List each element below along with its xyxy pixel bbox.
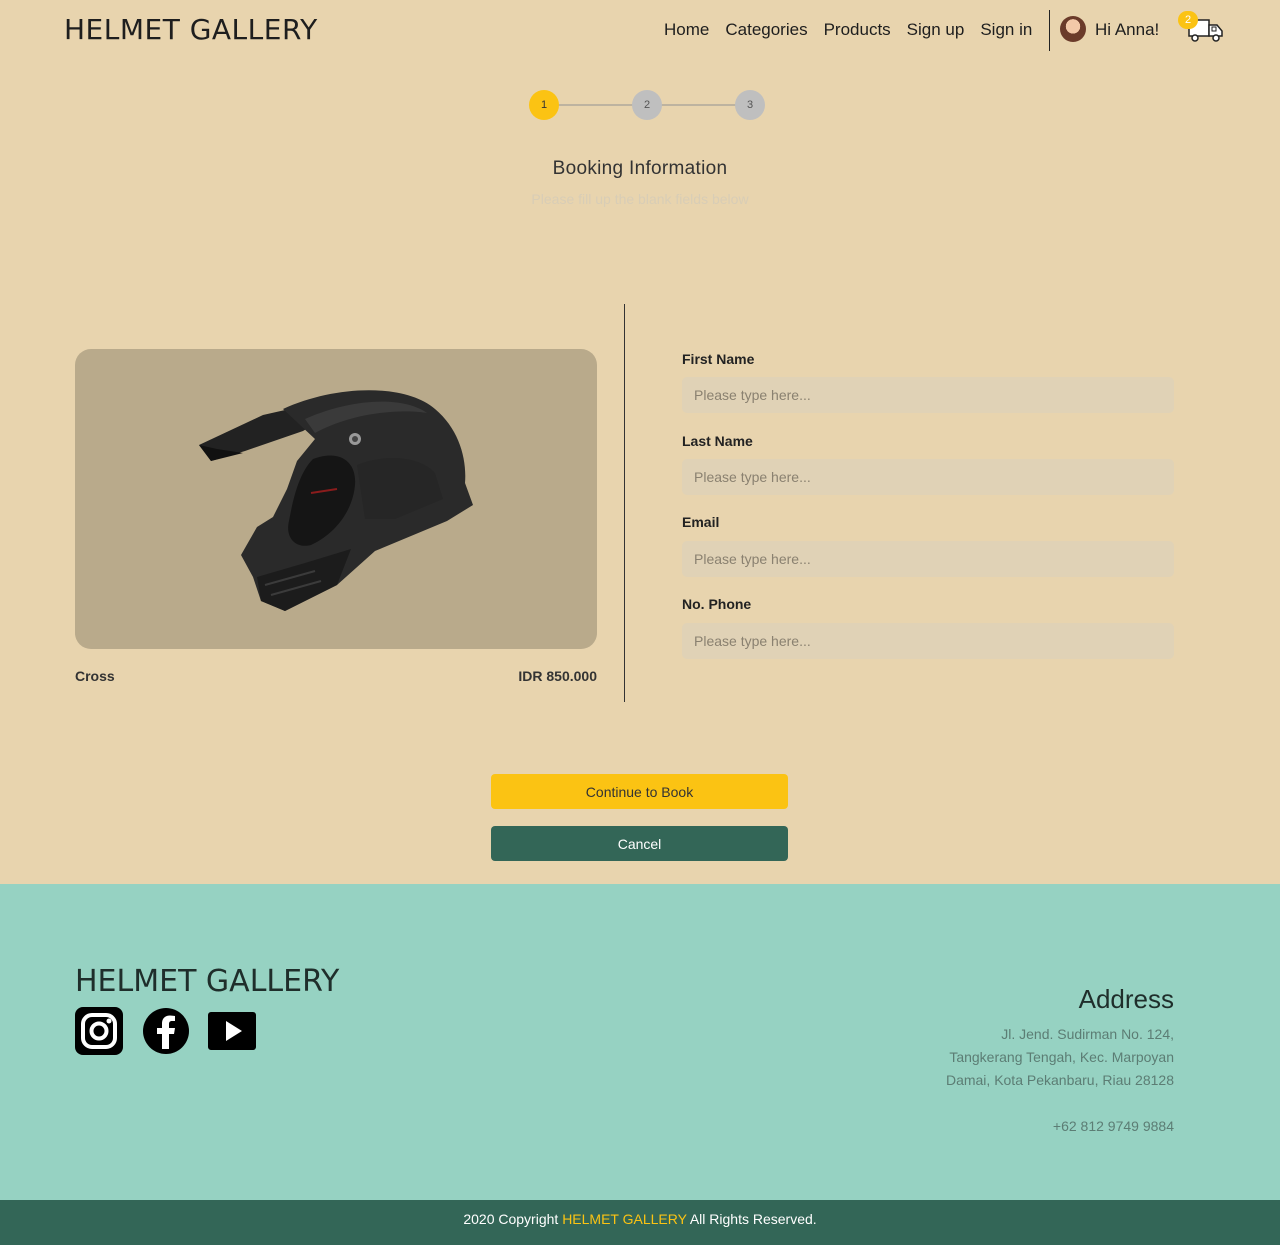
- nav-separator: [1049, 10, 1050, 51]
- continue-to-book-button[interactable]: Continue to Book: [491, 774, 788, 809]
- top-navbar: HELMET GALLERY Home Categories Products …: [0, 0, 1280, 62]
- first-name-input[interactable]: [682, 377, 1174, 413]
- first-name-label: First Name: [682, 351, 755, 367]
- booking-stepper: 1 2 3: [529, 90, 765, 120]
- step-1: 1: [529, 90, 559, 120]
- copyright-suffix: All Rights Reserved.: [689, 1211, 817, 1227]
- nav-link-sign-up[interactable]: Sign up: [907, 20, 965, 40]
- address-line: Tangkerang Tengah, Kec. Marpoyan: [949, 1049, 1174, 1065]
- step-2: 2: [632, 90, 662, 120]
- product-name: Cross: [75, 668, 115, 684]
- brand-logo[interactable]: HELMET GALLERY: [64, 13, 318, 46]
- address-title: Address: [1078, 984, 1174, 1014]
- phone-input[interactable]: [682, 623, 1174, 659]
- youtube-icon[interactable]: [208, 1007, 256, 1055]
- email-label: Email: [682, 514, 720, 530]
- vertical-divider: [624, 304, 625, 702]
- page-subtitle: Please fill up the blank fields below: [531, 191, 749, 207]
- contact-phone: +62 812 9749 9884: [1052, 1118, 1174, 1134]
- step-3: 3: [735, 90, 765, 120]
- user-avatar[interactable]: [1060, 16, 1086, 42]
- cancel-button[interactable]: Cancel: [491, 826, 788, 861]
- nav-links: Home Categories Products Sign up Sign in: [664, 20, 1032, 40]
- step-connector: [557, 104, 635, 106]
- cart-count-badge: 2: [1178, 11, 1198, 29]
- address-line: Jl. Jend. Sudirman No. 124,: [1001, 1026, 1174, 1042]
- copyright-prefix: 2020 Copyright: [463, 1211, 559, 1227]
- nav-link-products[interactable]: Products: [824, 20, 891, 40]
- product-price: IDR 850.000: [518, 668, 597, 684]
- copyright-bar: 2020 Copyright HELMET GALLERY All Rights…: [0, 1200, 1280, 1245]
- phone-label: No. Phone: [682, 596, 752, 612]
- step-connector: [659, 104, 737, 106]
- last-name-input[interactable]: [682, 459, 1174, 495]
- user-greeting[interactable]: Hi Anna!: [1095, 20, 1159, 40]
- nav-link-sign-in[interactable]: Sign in: [980, 20, 1032, 40]
- nav-link-categories[interactable]: Categories: [725, 20, 807, 40]
- address-line: Damai, Kota Pekanbaru, Riau 28128: [945, 1072, 1174, 1088]
- page-title: Booking Information: [552, 158, 728, 179]
- instagram-icon[interactable]: [75, 1007, 123, 1055]
- helmet-image: [199, 390, 473, 611]
- facebook-icon[interactable]: [142, 1007, 190, 1055]
- footer-brand: HELMET GALLERY: [75, 964, 340, 999]
- footer: HELMET GALLERY Address Jl. Jend. Sudirma…: [0, 884, 1280, 1200]
- copyright-brand: HELMET GALLERY: [562, 1211, 687, 1227]
- nav-link-home[interactable]: Home: [664, 20, 709, 40]
- last-name-label: Last Name: [682, 433, 753, 449]
- email-input[interactable]: [682, 541, 1174, 577]
- product-image-card: [75, 349, 597, 649]
